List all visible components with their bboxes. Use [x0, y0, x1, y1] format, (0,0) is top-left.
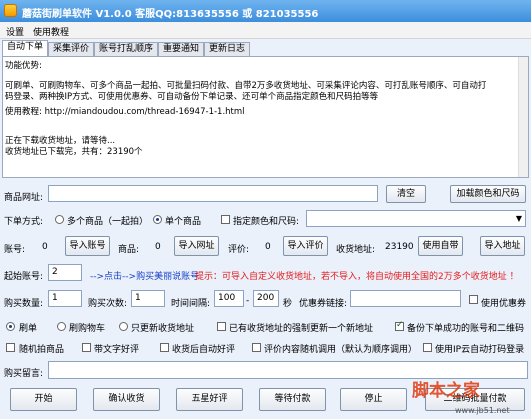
checkbox-ip-login-label: 使用IP云自动打码登录 [435, 345, 525, 355]
coupon-link-label: 优惠券链接: [299, 299, 348, 309]
product-url-input[interactable] [48, 185, 378, 202]
buy-account-link[interactable]: -->点击-->购买美丽说账号 [90, 269, 199, 282]
checkbox-auto-review[interactable] [160, 343, 169, 352]
checkbox-force-new-address-label: 已有收货地址的强制更新一个新地址 [229, 324, 374, 334]
five-star-review-button[interactable]: 五星好评 [176, 388, 243, 411]
order-mode-label: 下单方式: [4, 217, 44, 227]
radio-brush-cart[interactable] [57, 322, 66, 331]
radio-brush-order[interactable] [6, 322, 15, 331]
checkbox-use-coupon-label: 使用优惠券 [481, 299, 527, 309]
checkbox-random-pick-label: 随机拍商品 [19, 345, 65, 355]
tab-bar: 自动下单 采集评价 账号打乱顺序 重要通知 更新日志 [0, 40, 531, 57]
coupon-link-input[interactable] [350, 290, 461, 307]
start-account-input[interactable]: 2 [48, 264, 82, 281]
checkbox-backup-label: 备份下单成功的账号和二维码 [407, 324, 525, 334]
menu-bar: 设置 使用教程 [0, 22, 531, 39]
watermark-url: www.jb51.net [455, 406, 510, 415]
qty-input[interactable]: 1 [48, 290, 82, 307]
radio-brush-cart-label: 刷购物车 [69, 324, 106, 334]
review-count-value: 0 [265, 242, 271, 252]
radio-update-address[interactable] [119, 322, 128, 331]
checkbox-backup[interactable] [395, 320, 404, 331]
tab-important-notice[interactable]: 重要通知 [158, 42, 204, 56]
import-review-button[interactable]: 导入评价 [283, 236, 328, 256]
import-account-button[interactable]: 导入账号 [65, 236, 110, 256]
checkbox-color-size[interactable] [221, 215, 230, 224]
seconds-label: 秒 [283, 299, 293, 309]
log-line: 码登录、两种换IP方式、可使用优惠券、可自动备份下单记录、还可单个商品指定颜色和… [5, 92, 379, 102]
title-bar: 蘑菇街刷单软件 V1.0.0 客服QQ:813635556 或 82103555… [0, 0, 531, 22]
times-label: 购买次数: [88, 299, 128, 309]
checkbox-random-review-label: 评价内容随机调用（默认为顺序调用） [264, 345, 418, 355]
address-count-label: 收货地址: [336, 245, 376, 255]
clear-button[interactable]: 清空 [386, 185, 426, 203]
product-count-label: 商品: [118, 245, 140, 255]
log-line: 收货地址已下载完，共有：23190个 [5, 147, 143, 157]
load-color-size-button[interactable]: 加载颜色和尺码 [450, 185, 526, 203]
times-input[interactable]: 1 [131, 290, 165, 307]
log-line: 功能优势: [5, 61, 42, 71]
menu-tutorial[interactable]: 使用教程 [33, 25, 69, 38]
log-line: 使用教程: http://miandoudou.com/thread-16947… [5, 107, 245, 117]
import-address-button[interactable]: 导入地址 [480, 236, 525, 256]
address-count-value: 23190 [385, 242, 414, 252]
color-size-select[interactable]: ▼ [306, 210, 526, 227]
checkbox-color-size-label: 指定颜色和尺码: [233, 217, 300, 227]
start-account-label: 起始账号: [4, 272, 44, 282]
radio-update-address-label: 只更新收货地址 [131, 324, 195, 334]
account-count-label: 账号: [4, 245, 26, 255]
watermark-logo: 脚本之家 [412, 381, 480, 401]
checkbox-force-new-address[interactable] [217, 322, 226, 331]
checkbox-text-review[interactable] [82, 343, 91, 352]
log-output[interactable]: 功能优势: 可刷单、可刷购物车、可多个商品一起拍、可批量扫码付款、自带2万多收货… [2, 56, 529, 178]
radio-brush-order-label: 刷单 [19, 324, 38, 334]
start-button[interactable]: 开始 [10, 388, 77, 411]
log-scrollbar[interactable] [518, 57, 528, 177]
radio-multi-product[interactable] [55, 215, 64, 224]
tab-collect-reviews[interactable]: 采集评价 [48, 42, 94, 56]
app-logo-icon [4, 4, 17, 17]
checkbox-use-coupon[interactable] [469, 295, 478, 304]
radio-multi-product-label: 多个商品（一起拍） [67, 217, 149, 227]
checkbox-random-review[interactable] [252, 343, 261, 352]
window-title: 蘑菇街刷单软件 V1.0.0 客服QQ:813635556 或 82103555… [22, 9, 319, 20]
checkbox-auto-review-label: 收货后自动好评 [172, 345, 236, 355]
buyer-message-label: 购买留言: [4, 369, 44, 379]
account-count-value: 0 [42, 242, 48, 252]
import-url-button[interactable]: 导入网址 [174, 236, 219, 256]
interval-to-input[interactable]: 200 [253, 290, 279, 307]
interval-from-input[interactable]: 100 [214, 290, 244, 307]
review-count-label: 评价: [228, 245, 250, 255]
product-count-value: 0 [155, 242, 161, 252]
checkbox-random-pick[interactable] [6, 343, 15, 352]
tab-changelog[interactable]: 更新日志 [204, 42, 250, 56]
confirm-receipt-button[interactable]: 确认收货 [93, 388, 160, 411]
radio-single-product[interactable] [153, 215, 162, 224]
tab-shuffle-accounts[interactable]: 账号打乱顺序 [94, 42, 158, 56]
use-builtin-address-button[interactable]: 使用自带 [418, 236, 463, 256]
radio-single-product-label: 单个商品 [165, 217, 202, 227]
menu-settings[interactable]: 设置 [6, 25, 24, 38]
chevron-down-icon: ▼ [515, 214, 522, 223]
qty-label: 购买数量: [4, 299, 44, 309]
stop-button[interactable]: 停止 [340, 388, 407, 411]
tab-auto-order[interactable]: 自动下单 [2, 40, 48, 57]
interval-label: 时间间隔: [171, 299, 211, 309]
checkbox-text-review-label: 带文字好评 [94, 345, 140, 355]
checkbox-ip-login[interactable] [423, 343, 432, 352]
interval-separator: - [246, 296, 250, 306]
wait-payment-button[interactable]: 等待付款 [259, 388, 326, 411]
address-tip: 提示：可导入自定义收货地址，若不导入，将自动使用全国的2万多个收货地址 ！ [195, 272, 519, 282]
product-url-label: 商品网址: [4, 193, 44, 203]
